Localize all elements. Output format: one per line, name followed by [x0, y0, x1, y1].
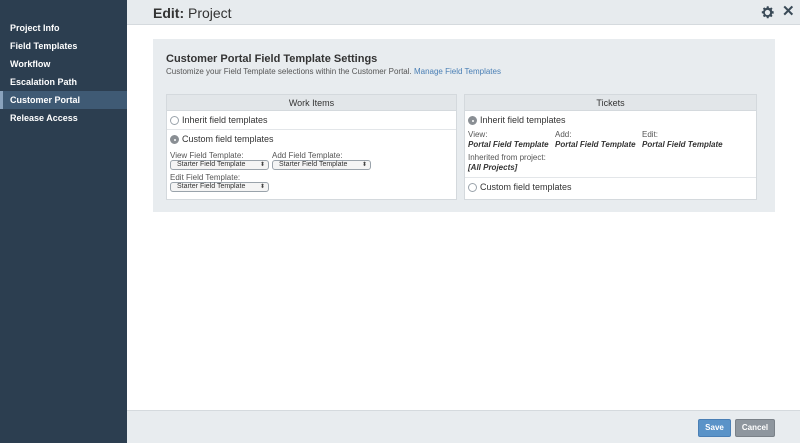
edit-field-template-select[interactable]: Starter Field Template ⬍ — [170, 182, 269, 192]
tickets-inherit-radio[interactable] — [468, 116, 477, 125]
view-field-template-value: Starter Field Template — [177, 161, 246, 168]
tickets-inherited-value: [All Projects] — [468, 163, 518, 172]
sidebar-item-project-info[interactable]: Project Info — [0, 19, 127, 37]
close-icon[interactable]: ✕ — [782, 4, 795, 19]
tickets-inherited-details: View: Portal Field Template Add: Portal … — [465, 130, 756, 178]
settings-panel: Customer Portal Field Template Settings … — [153, 39, 775, 212]
work-items-custom-label: Custom field templates — [182, 134, 274, 144]
tickets-inherit-option[interactable]: Inherit field templates — [465, 111, 756, 130]
edit-field-template-value: Starter Field Template — [177, 183, 246, 190]
view-field-template-label: View Field Template: — [170, 151, 244, 160]
page-title-name: Project — [188, 5, 232, 21]
sidebar-item-field-templates[interactable]: Field Templates — [0, 37, 127, 55]
sidebar-item-customer-portal[interactable]: Customer Portal — [0, 91, 127, 109]
work-items-box: Work Items Inherit field templates Custo… — [166, 94, 457, 200]
select-arrows-icon: ⬍ — [361, 162, 367, 168]
tickets-inherit-label: Inherit field templates — [480, 115, 566, 125]
work-items-custom-radio[interactable] — [170, 135, 179, 144]
tickets-view-label: View: — [468, 130, 488, 139]
sidebar-nav: Project Info Field Templates Workflow Es… — [0, 0, 127, 127]
sidebar: Project Info Field Templates Workflow Es… — [0, 0, 127, 443]
save-button[interactable]: Save — [698, 419, 731, 437]
tickets-add-label: Add: — [555, 130, 572, 139]
gear-icon[interactable] — [760, 5, 775, 20]
edit-field-template-label: Edit Field Template: — [170, 173, 241, 182]
add-field-template-label: Add Field Template: — [272, 151, 343, 160]
tickets-custom-option[interactable]: Custom field templates — [465, 178, 756, 197]
work-items-custom-option: Custom field templates View Field Templa… — [167, 130, 456, 192]
tickets-view-column: View: Portal Field Template — [468, 130, 549, 149]
work-items-heading: Work Items — [167, 95, 456, 111]
tickets-inherited-column: Inherited from project: [All Projects] — [468, 153, 546, 172]
add-field-template-select[interactable]: Starter Field Template ⬍ — [272, 160, 371, 170]
tickets-box: Tickets Inherit field templates View: Po… — [464, 94, 757, 200]
tickets-inherited-label: Inherited from project: — [468, 153, 546, 162]
page-title-prefix: Edit: — [153, 5, 185, 21]
page-title: Edit: Project — [153, 5, 232, 21]
panel-title: Customer Portal Field Template Settings — [166, 53, 378, 65]
footer-bar: Save Cancel — [127, 410, 800, 443]
tickets-edit-label: Edit: — [642, 130, 659, 139]
tickets-heading: Tickets — [465, 95, 756, 111]
select-arrows-icon: ⬍ — [259, 162, 265, 168]
sidebar-item-release-access[interactable]: Release Access — [0, 109, 127, 127]
view-field-template-select[interactable]: Starter Field Template ⬍ — [170, 160, 269, 170]
tickets-custom-label: Custom field templates — [480, 182, 572, 192]
main-content: Customer Portal Field Template Settings … — [127, 26, 800, 410]
tickets-edit-value: Portal Field Template — [642, 140, 723, 149]
panel-description-text: Customize your Field Template selections… — [166, 67, 412, 76]
work-items-inherit-option[interactable]: Inherit field templates — [167, 111, 456, 130]
work-items-inherit-radio[interactable] — [170, 116, 179, 125]
tickets-add-column: Add: Portal Field Template — [555, 130, 636, 149]
select-arrows-icon: ⬍ — [259, 184, 265, 190]
header-bar: Edit: Project ✕ — [127, 0, 800, 25]
sidebar-item-escalation-path[interactable]: Escalation Path — [0, 73, 127, 91]
cancel-button[interactable]: Cancel — [735, 419, 775, 437]
tickets-view-value: Portal Field Template — [468, 140, 549, 149]
add-field-template-value: Starter Field Template — [279, 161, 348, 168]
panel-description: Customize your Field Template selections… — [166, 67, 501, 76]
tickets-edit-column: Edit: Portal Field Template — [642, 130, 723, 149]
manage-field-templates-link[interactable]: Manage Field Templates — [414, 67, 501, 76]
work-items-inherit-label: Inherit field templates — [182, 115, 268, 125]
tickets-add-value: Portal Field Template — [555, 140, 636, 149]
tickets-custom-radio[interactable] — [468, 183, 477, 192]
sidebar-item-workflow[interactable]: Workflow — [0, 55, 127, 73]
